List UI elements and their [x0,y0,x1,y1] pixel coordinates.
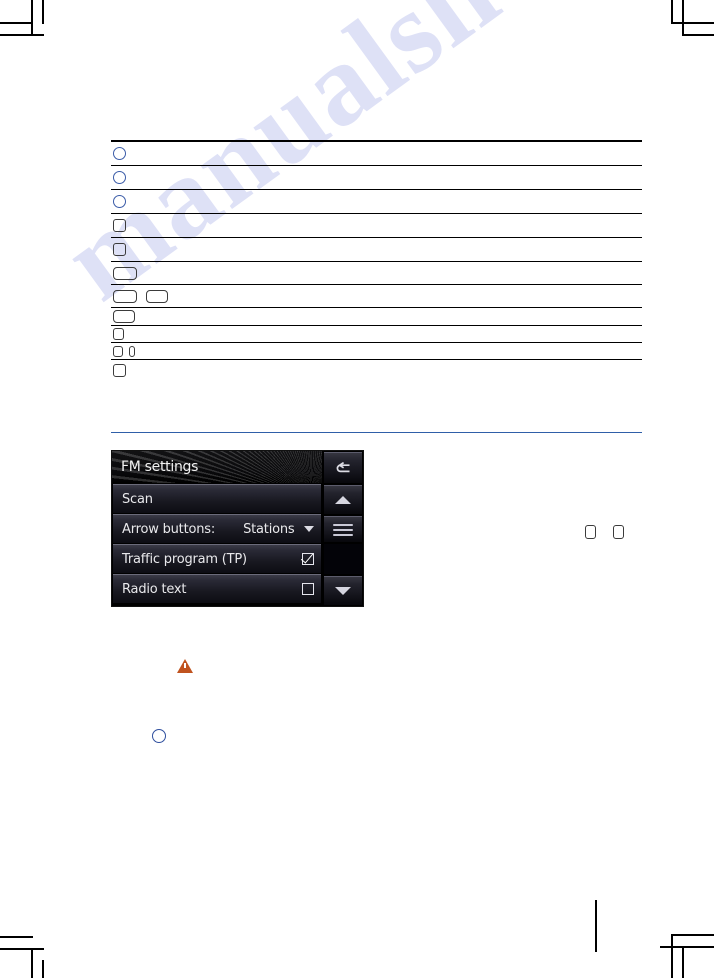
menu-item-label: Radio text [122,581,187,597]
crop-mark-bottom-left [31,950,33,978]
crop-mark-top-right [671,0,673,24]
menu-item-traffic-program[interactable]: Traffic program (TP) [113,544,322,573]
bleed-bar-mark [595,900,597,952]
menu-item-scan[interactable]: Scan [113,484,322,513]
device-screen-title-text: FM settings [121,459,199,475]
device-side-bar [322,451,363,606]
table-row [111,166,642,190]
crop-mark-top-left [0,22,33,24]
circle-outline-icon [113,147,126,160]
circle-outline-icon [113,171,126,184]
device-menu-list: Scan Arrow buttons: Stations Traffic pro… [112,483,322,606]
crop-mark-top-right [682,0,684,36]
crop-mark-bottom-right [682,948,684,978]
table-row [111,285,642,308]
rounded-wide-button-icon [113,310,135,323]
device-screenshot: FM settings Scan Arrow buttons: Stations… [111,450,364,607]
crop-mark-top-left [42,0,44,24]
crop-mark-top-left [31,0,33,36]
rounded-square-small-icon [113,345,123,357]
crop-mark-top-right [682,34,714,36]
rounded-square-outline-icon [113,363,126,377]
key-table [111,140,642,380]
rounded-wide-button-icon [146,289,168,303]
crop-mark-bottom-right [671,936,673,978]
table-row [111,214,642,238]
table-row [111,262,642,285]
crop-mark-bottom-left [0,948,44,950]
table-row [111,360,642,380]
rounded-wide-button-icon [113,266,137,280]
scroll-down-button[interactable] [324,576,362,605]
menu-item-label: Traffic program (TP) [122,551,247,567]
crop-mark-top-right [671,22,714,24]
rounded-square-outline-icon [113,219,126,232]
table-row [111,343,642,360]
menu-item-label: Arrow buttons: [122,521,216,537]
chevron-down-icon[interactable] [304,526,315,532]
crop-mark-top-left [0,34,44,36]
crop-mark-bottom-right [671,934,714,936]
circle-outline-icon [113,195,126,208]
warning-triangle-icon [177,659,193,673]
rounded-wide-button-icon [113,289,137,303]
section-divider [111,432,642,434]
device-screen-title: FM settings [112,451,323,483]
menu-item-radio-text[interactable]: Radio text [113,574,322,603]
table-row [111,142,642,166]
device-main-panel: FM settings Scan Arrow buttons: Stations… [112,451,323,606]
rounded-square-outline-icon [585,525,596,539]
scroll-thumb-icon [333,521,354,539]
checkbox-checked-icon[interactable] [302,553,315,565]
crop-mark-bottom-left [0,936,33,938]
checkbox-unchecked-icon[interactable] [302,583,315,595]
back-button[interactable] [324,452,362,483]
menu-item-arrow-buttons[interactable]: Arrow buttons: Stations [113,514,322,543]
menu-item-label: Scan [122,491,153,507]
rounded-square-small-icon [113,328,124,340]
table-row [111,190,642,214]
table-row [111,308,642,326]
circle-outline-icon [152,729,166,743]
rounded-narrow-icon [129,345,135,357]
crop-mark-bottom-left [42,960,44,978]
rounded-square-outline-icon [113,243,126,256]
table-row [111,238,642,262]
chevron-down-icon [335,587,352,595]
chevron-up-icon [335,496,352,504]
scroll-up-button[interactable] [324,485,362,514]
table-row [111,326,642,343]
scrollbar-track[interactable] [324,544,362,574]
scrollbar-thumb[interactable] [324,516,362,542]
menu-item-value: Stations [243,521,295,537]
crop-mark-bottom-right [660,946,714,948]
rounded-square-outline-icon [613,525,624,539]
return-arrow-icon [333,461,353,475]
